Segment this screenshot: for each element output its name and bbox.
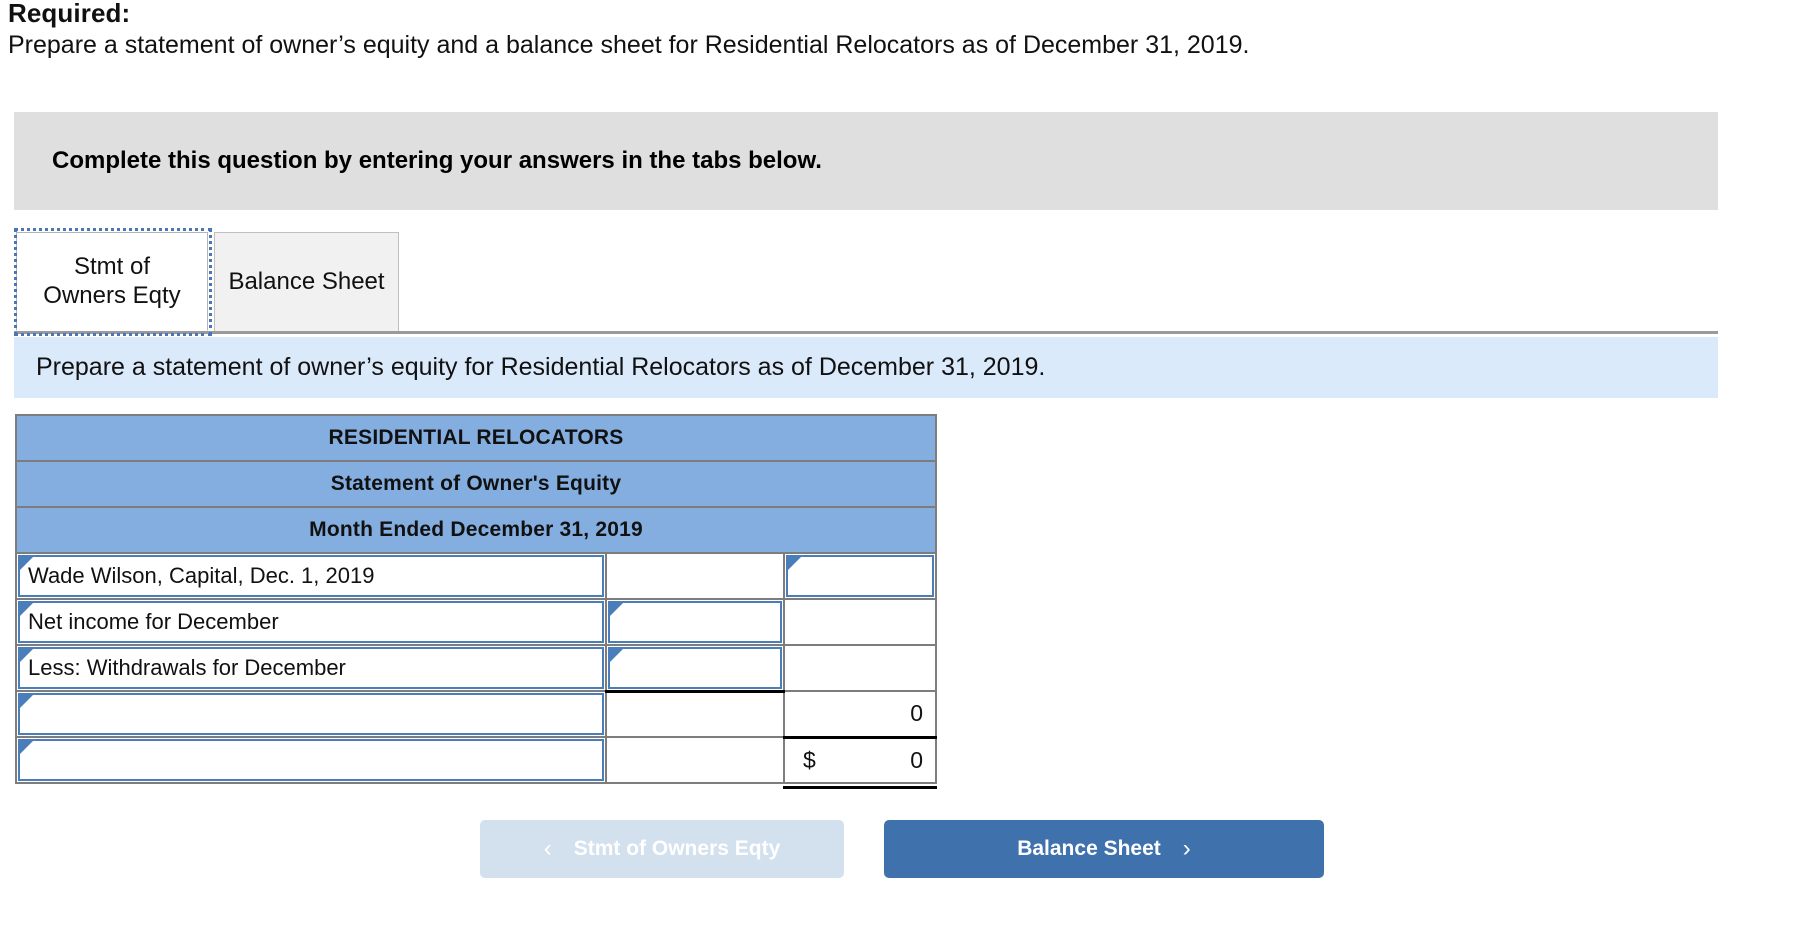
dropdown-marker-icon: [610, 649, 623, 662]
row4-right-cell[interactable]: 0: [782, 690, 938, 738]
row3-right-value: [785, 646, 935, 690]
prev-tab-label: Stmt of Owners Eqty: [573, 837, 781, 860]
instruction-banner: Complete this question by entering your …: [14, 112, 1718, 210]
sub-instruction-bar: Prepare a statement of owner’s equity fo…: [14, 337, 1718, 398]
required-label: Required:: [8, 0, 131, 28]
currency-symbol: $: [803, 746, 816, 773]
dropdown-marker-icon: [610, 603, 623, 616]
table-row: Less: Withdrawals for December: [15, 644, 938, 692]
row2-mid-input[interactable]: [608, 601, 782, 643]
row1-label-value: Wade Wilson, Capital, Dec. 1, 2019: [28, 563, 375, 588]
tab-stmt-label-line1: Stmt of: [73, 252, 150, 280]
row5-mid-cell[interactable]: [605, 736, 785, 784]
sub-instruction-text: Prepare a statement of owner’s equity fo…: [36, 353, 1046, 381]
row2-label-value: Net income for December: [28, 609, 279, 634]
row5-label-input[interactable]: [18, 739, 604, 781]
dropdown-marker-icon: [20, 557, 33, 570]
row5-label-cell[interactable]: [15, 736, 607, 784]
tab-balance-sheet-label: Balance Sheet: [228, 267, 385, 295]
row1-mid-cell[interactable]: [605, 552, 785, 600]
row3-label-input[interactable]: Less: Withdrawals for December: [18, 647, 604, 689]
row2-right-value: [785, 600, 935, 644]
row1-label-cell[interactable]: Wade Wilson, Capital, Dec. 1, 2019: [15, 552, 607, 600]
row1-right-cell[interactable]: [782, 552, 938, 600]
tab-underline: [14, 331, 1718, 334]
row5-mid-value: [607, 738, 783, 782]
row4-label-cell[interactable]: [15, 690, 607, 738]
tab-stmt-of-owners-eqty[interactable]: Stmt of Owners Eqty: [16, 232, 208, 331]
row1-label-input[interactable]: Wade Wilson, Capital, Dec. 1, 2019: [18, 555, 604, 597]
table-row: Net income for December: [15, 598, 938, 646]
row4-label-input[interactable]: [18, 693, 604, 735]
required-text: Prepare a statement of owner’s equity an…: [8, 31, 1250, 59]
row3-mid-input[interactable]: [608, 647, 782, 689]
dropdown-marker-icon: [20, 649, 33, 662]
table-header-row: Statement of Owner's Equity: [14, 460, 938, 508]
row2-right-cell[interactable]: [782, 598, 938, 646]
chevron-right-icon: ›: [1182, 835, 1191, 862]
table-row: 0: [15, 689, 938, 738]
row2-mid-cell[interactable]: [605, 598, 785, 646]
instruction-banner-text: Complete this question by entering your …: [52, 147, 822, 174]
chevron-left-icon: ‹: [543, 835, 552, 862]
row1-right-input[interactable]: [786, 555, 935, 597]
row4-right-value: 0: [910, 700, 924, 727]
row2-label-cell[interactable]: Net income for December: [15, 598, 607, 646]
tab-balance-sheet[interactable]: Balance Sheet: [214, 232, 399, 331]
next-tab-label: Balance Sheet: [1017, 837, 1161, 860]
statement-of-owners-equity-table: RESIDENTIAL RELOCATORS Statement of Owne…: [14, 414, 939, 791]
row5-right-cell[interactable]: $ 0: [782, 735, 939, 791]
sheet-title-company: RESIDENTIAL RELOCATORS: [14, 414, 938, 462]
dropdown-marker-icon: [20, 603, 33, 616]
row4-mid-value: [607, 693, 783, 737]
tab-strip: Stmt of Owners Eqty Balance Sheet: [14, 228, 1718, 337]
sheet-title-period: Month Ended December 31, 2019: [14, 506, 938, 554]
row5-right-value: 0: [910, 746, 924, 773]
tab-stmt-label-line2: Owners Eqty: [43, 281, 181, 309]
dropdown-marker-icon: [788, 557, 801, 570]
row4-mid-cell[interactable]: [605, 689, 785, 738]
row3-label-cell[interactable]: Less: Withdrawals for December: [15, 644, 607, 692]
table-row: $ 0: [15, 735, 939, 791]
worksheet-page: Required: Prepare a statement of owner’s…: [0, 0, 1800, 926]
table-row: Wade Wilson, Capital, Dec. 1, 2019: [15, 552, 938, 600]
row1-mid-value: [607, 554, 783, 598]
dropdown-marker-icon: [20, 695, 33, 708]
row3-right-cell[interactable]: [782, 644, 938, 692]
next-tab-button[interactable]: Balance Sheet ›: [884, 820, 1324, 878]
table-header-row: RESIDENTIAL RELOCATORS: [14, 414, 938, 462]
sheet-title-statement: Statement of Owner's Equity: [14, 460, 938, 508]
prev-tab-button[interactable]: ‹ Stmt of Owners Eqty: [480, 820, 844, 878]
row3-mid-cell[interactable]: [605, 644, 785, 692]
row2-label-input[interactable]: Net income for December: [18, 601, 604, 643]
row3-label-value: Less: Withdrawals for December: [28, 655, 346, 680]
table-header-row: Month Ended December 31, 2019: [14, 506, 938, 554]
tab-navigation: ‹ Stmt of Owners Eqty Balance Sheet ›: [480, 820, 1324, 878]
row5-right-total: $ 0: [785, 739, 935, 783]
dropdown-marker-icon: [20, 741, 33, 754]
